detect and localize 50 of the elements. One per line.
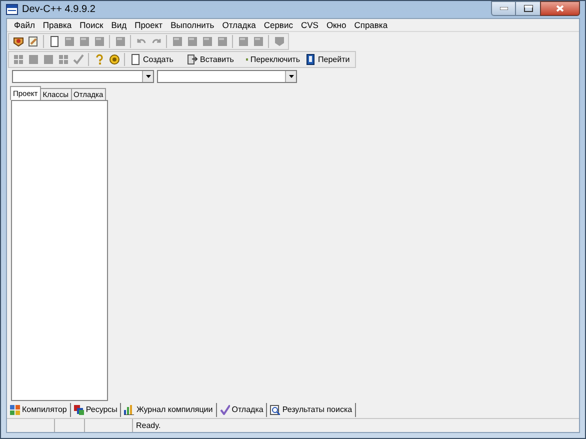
app-icon	[6, 4, 18, 15]
close-button[interactable]	[540, 1, 580, 16]
grid-icon	[10, 404, 20, 414]
file-icon[interactable]	[92, 34, 106, 48]
file-icon[interactable]	[215, 34, 229, 48]
file-icon[interactable]	[185, 34, 199, 48]
tab[interactable]: Результаты поиска	[270, 402, 356, 416]
file-icon[interactable]	[200, 34, 214, 48]
dropdown[interactable]	[12, 70, 154, 83]
tab[interactable]: Компилятор	[10, 402, 71, 416]
toolbar-button[interactable]: Создать	[128, 52, 184, 67]
tab[interactable]: Отладка	[220, 402, 268, 416]
toolbar-button[interactable]: Вставить	[185, 52, 243, 67]
new-file-icon	[130, 54, 141, 65]
insert-icon	[187, 54, 198, 65]
search-icon	[270, 404, 280, 414]
bar-chart-icon	[124, 404, 134, 414]
menu-item[interactable]: Справка	[350, 19, 392, 31]
maximize-button[interactable]	[516, 1, 540, 16]
minimize-icon	[500, 7, 508, 10]
file-icon[interactable]	[77, 34, 91, 48]
tab[interactable]: Журнал компиляции	[124, 402, 217, 416]
file-icon[interactable]	[170, 34, 184, 48]
menu-item[interactable]: Правка	[38, 19, 76, 31]
menu-item[interactable]: CVS	[296, 19, 322, 31]
maximize-icon	[524, 5, 532, 12]
minimize-button[interactable]	[491, 1, 516, 16]
menu-item[interactable]: Выполнить	[166, 19, 218, 31]
menu-item[interactable]: Отладка	[218, 19, 260, 31]
dropdown[interactable]	[157, 70, 297, 83]
menu-item[interactable]: Вид	[107, 19, 131, 31]
toolbar-button[interactable]: Переключить	[244, 52, 302, 67]
checkmark-icon	[220, 404, 230, 414]
tab[interactable]: Ресурсы	[74, 402, 122, 416]
checkmark-icon[interactable]	[71, 52, 85, 66]
window-title: Dev-C++ 4.9.9.2	[22, 3, 96, 17]
open-file-icon[interactable]	[26, 34, 40, 48]
menu-item[interactable]: Поиск	[76, 19, 108, 31]
goto-icon	[305, 54, 316, 65]
menu-item[interactable]: Проект	[130, 19, 167, 31]
layers-icon	[74, 404, 84, 414]
menu-item[interactable]: Файл	[10, 19, 39, 31]
file-icon[interactable]	[236, 34, 250, 48]
menu-item[interactable]: Окно	[322, 19, 350, 31]
shield-icon[interactable]	[272, 34, 286, 48]
status-message: Ready.	[135, 420, 161, 432]
file-icon[interactable]	[251, 34, 265, 48]
toolbar-button[interactable]: Перейти	[303, 52, 353, 67]
close-icon	[556, 5, 564, 12]
menu-item[interactable]: Сервис	[260, 19, 297, 31]
